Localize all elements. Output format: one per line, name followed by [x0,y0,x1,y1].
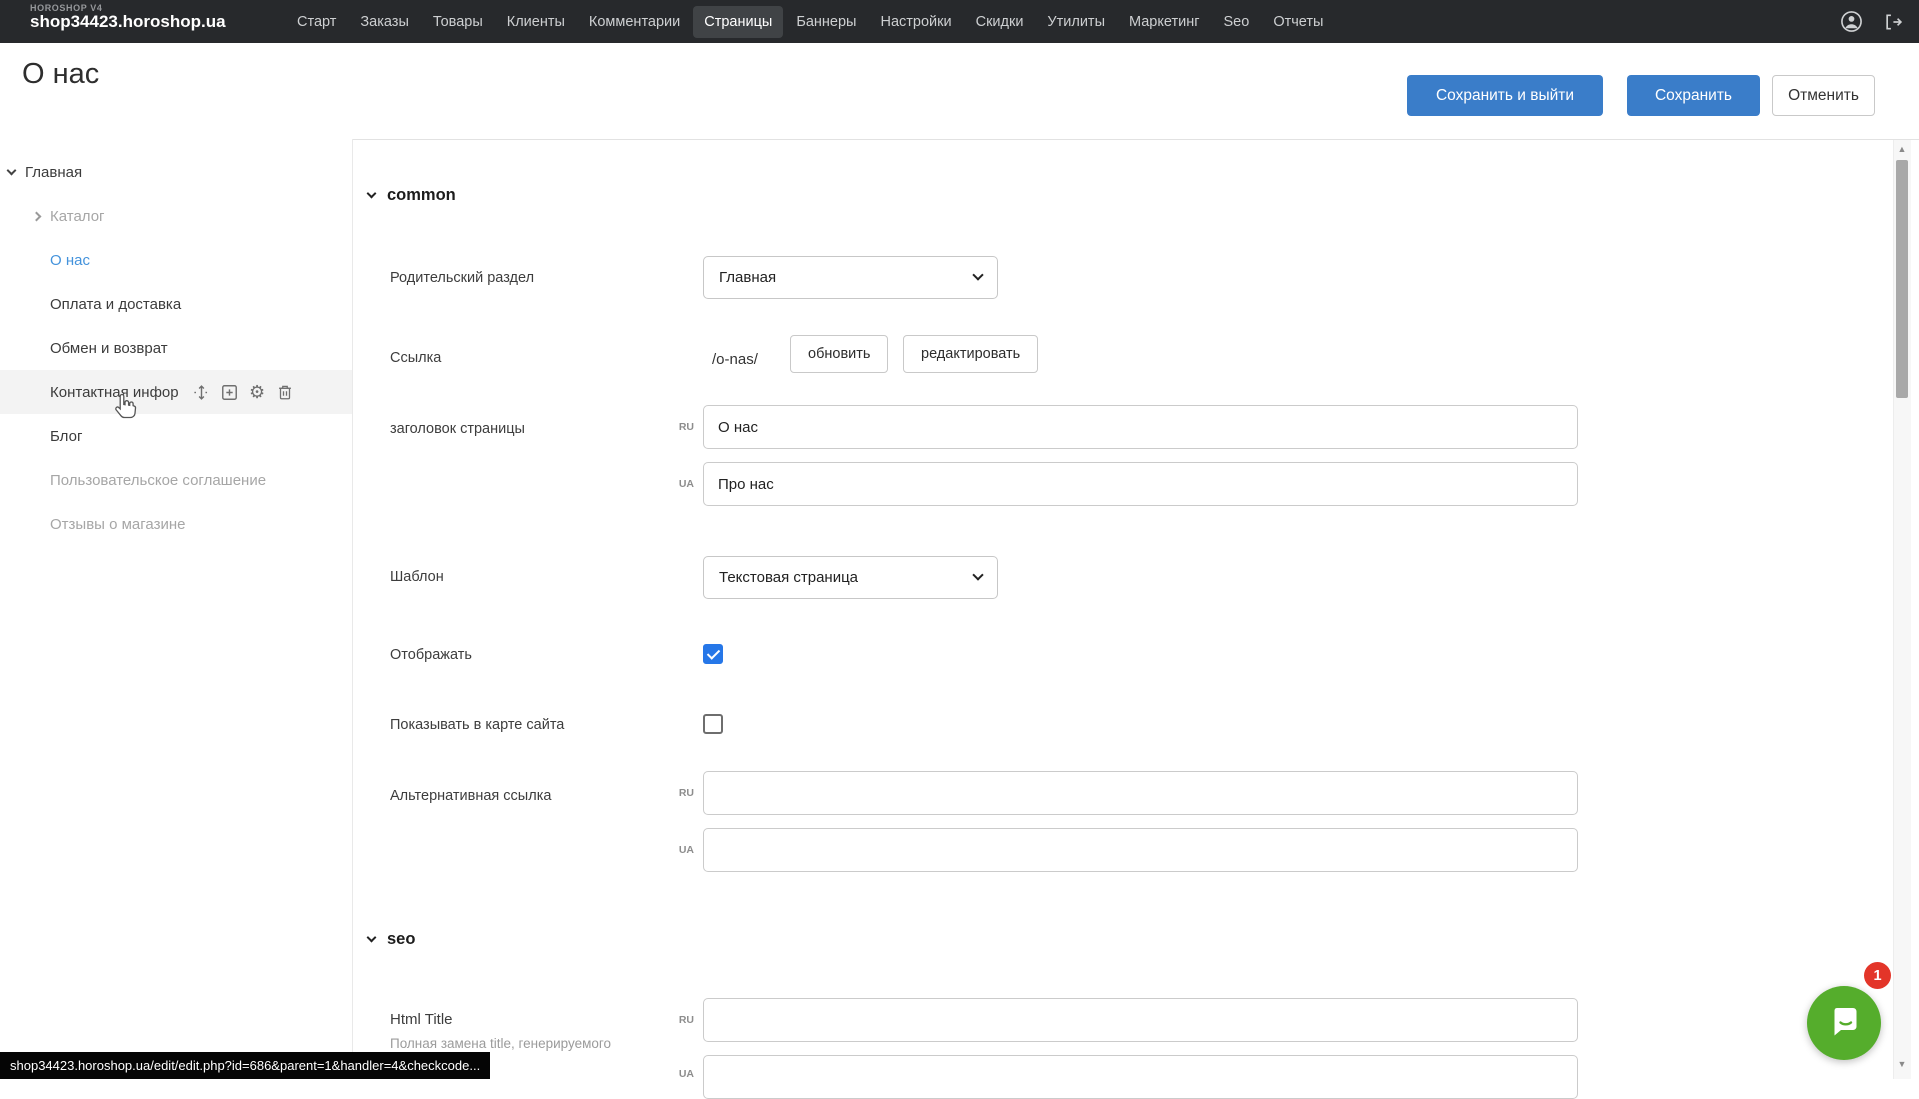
section-common[interactable]: common [368,186,456,205]
section-label: common [387,186,456,205]
html-title-ua-input[interactable] [703,1055,1578,1099]
account-icon[interactable] [1840,10,1863,33]
nav-item-seo[interactable]: Seo [1213,6,1261,38]
move-icon[interactable] [192,383,211,402]
lang-tag-ua: UA [672,478,694,490]
sidebar-item-katalog[interactable]: Каталог [0,194,352,238]
link-edit-button[interactable]: редактировать [903,335,1038,373]
lang-tag-ua: UA [672,844,694,856]
nav-item-orders[interactable]: Заказы [349,6,419,38]
sidebar-item-label: Каталог [50,208,105,225]
header-divider [352,139,1919,140]
page-title: О нас [22,58,99,91]
html-title-hint: Полная замена title, генерируемого [390,1036,611,1051]
display-checkbox[interactable] [703,644,723,664]
trash-icon[interactable] [276,383,295,402]
gear-icon[interactable]: ⚙ [248,383,267,402]
chat-button[interactable] [1807,986,1881,1060]
sidebar-divider [352,139,353,1079]
section-label: seo [387,930,415,949]
sidebar-item-label: Пользовательское соглашение [50,472,266,489]
row-action-icons: ⚙ [192,383,295,402]
sidebar-item-label: Оплата и доставка [50,296,181,313]
select-value: Главная [719,269,776,286]
lang-tag-ru: RU [672,421,694,433]
template-select[interactable]: Текстовая страница [703,556,998,599]
chevron-down-icon [367,189,377,199]
page-title-ru-input[interactable] [703,405,1578,449]
nav-item-settings[interactable]: Настройки [869,6,962,38]
lang-tag-ru: RU [672,1014,694,1026]
sidebar-item-otzyvy[interactable]: Отзывы о магазине [0,502,352,546]
html-title-ru-input[interactable] [703,998,1578,1042]
nav-item-pages[interactable]: Страницы [693,6,783,38]
main-menu: Старт Заказы Товары Клиенты Комментарии … [286,0,1334,43]
lang-tag-ru: RU [672,787,694,799]
status-url-bar: shop34423.horoshop.ua/edit/edit.php?id=6… [0,1052,490,1079]
scrollbar-up-arrow[interactable]: ▲ [1893,143,1911,155]
nav-item-discounts[interactable]: Скидки [965,6,1035,38]
nav-item-clients[interactable]: Клиенты [496,6,576,38]
select-value: Текстовая страница [719,569,858,586]
logout-icon[interactable] [1883,12,1903,32]
chat-unread-badge: 1 [1864,962,1891,989]
chevron-down-icon [972,569,983,580]
sidebar-item-label: Главная [25,164,82,181]
nav-item-marketing[interactable]: Маркетинг [1118,6,1211,38]
sidebar-item-label: Обмен и возврат [50,340,168,357]
chat-bubble-icon [1824,1001,1864,1046]
page-title-field-label: заголовок страницы [390,421,525,437]
alt-link-ru-input[interactable] [703,771,1578,815]
template-label: Шаблон [390,569,444,585]
scrollbar-thumb[interactable] [1896,160,1908,398]
page-title-ua-input[interactable] [703,462,1578,506]
html-title-label: Html Title [390,1011,453,1028]
save-and-exit-button[interactable]: Сохранить и выйти [1407,75,1603,116]
nav-item-start[interactable]: Старт [286,6,347,38]
sidebar-item-label: Контактная инфор [50,384,179,401]
parent-section-label: Родительский раздел [390,270,534,286]
chevron-down-icon [7,165,17,175]
sidebar-item-kontaktnaya[interactable]: Контактная инфор ⚙ [0,370,352,414]
nav-item-banners[interactable]: Баннеры [785,6,867,38]
scrollbar-down-arrow[interactable]: ▼ [1893,1058,1911,1070]
link-label: Ссылка [390,350,441,366]
nav-item-utilities[interactable]: Утилиты [1036,6,1116,38]
sidebar-item-oplata[interactable]: Оплата и доставка [0,282,352,326]
alt-link-ua-input[interactable] [703,828,1578,872]
sidebar-item-blog[interactable]: Блог [0,414,352,458]
alt-link-label: Альтернативная ссылка [390,788,551,804]
add-icon[interactable] [220,383,239,402]
sitemap-label: Показывать в карте сайта [390,717,564,733]
sidebar-item-obmen[interactable]: Обмен и возврат [0,326,352,370]
sidebar-item-glavnaya[interactable]: Главная [0,150,352,194]
save-button[interactable]: Сохранить [1627,75,1760,116]
nav-item-reports[interactable]: Отчеты [1262,6,1334,38]
brand-domain: shop34423.horoshop.ua [30,13,226,31]
nav-item-comments[interactable]: Комментарии [578,6,691,38]
sidebar-item-label: Отзывы о магазине [50,516,185,533]
lang-tag-ua: UA [672,1068,694,1080]
display-label: Отображать [390,647,472,663]
navbar-right [1840,0,1903,43]
top-navbar: HOROSHOP V4 shop34423.horoshop.ua Старт … [0,0,1919,43]
chevron-right-icon [32,211,42,221]
chevron-down-icon [972,269,983,280]
parent-section-select[interactable]: Главная [703,256,998,299]
sitemap-checkbox[interactable] [703,714,723,734]
link-refresh-button[interactable]: обновить [790,335,888,373]
brand[interactable]: HOROSHOP V4 shop34423.horoshop.ua [30,3,226,31]
nav-item-products[interactable]: Товары [422,6,494,38]
cancel-button[interactable]: Отменить [1772,75,1875,116]
sidebar-item-soglashenie[interactable]: Пользовательское соглашение [0,458,352,502]
sidebar-item-label: Блог [50,428,82,445]
sidebar-item-label: О нас [50,252,90,269]
sidebar-item-o-nas[interactable]: О нас [0,238,352,282]
link-value: /o-nas/ [712,351,758,368]
chevron-down-icon [367,933,377,943]
section-seo[interactable]: seo [368,930,415,949]
